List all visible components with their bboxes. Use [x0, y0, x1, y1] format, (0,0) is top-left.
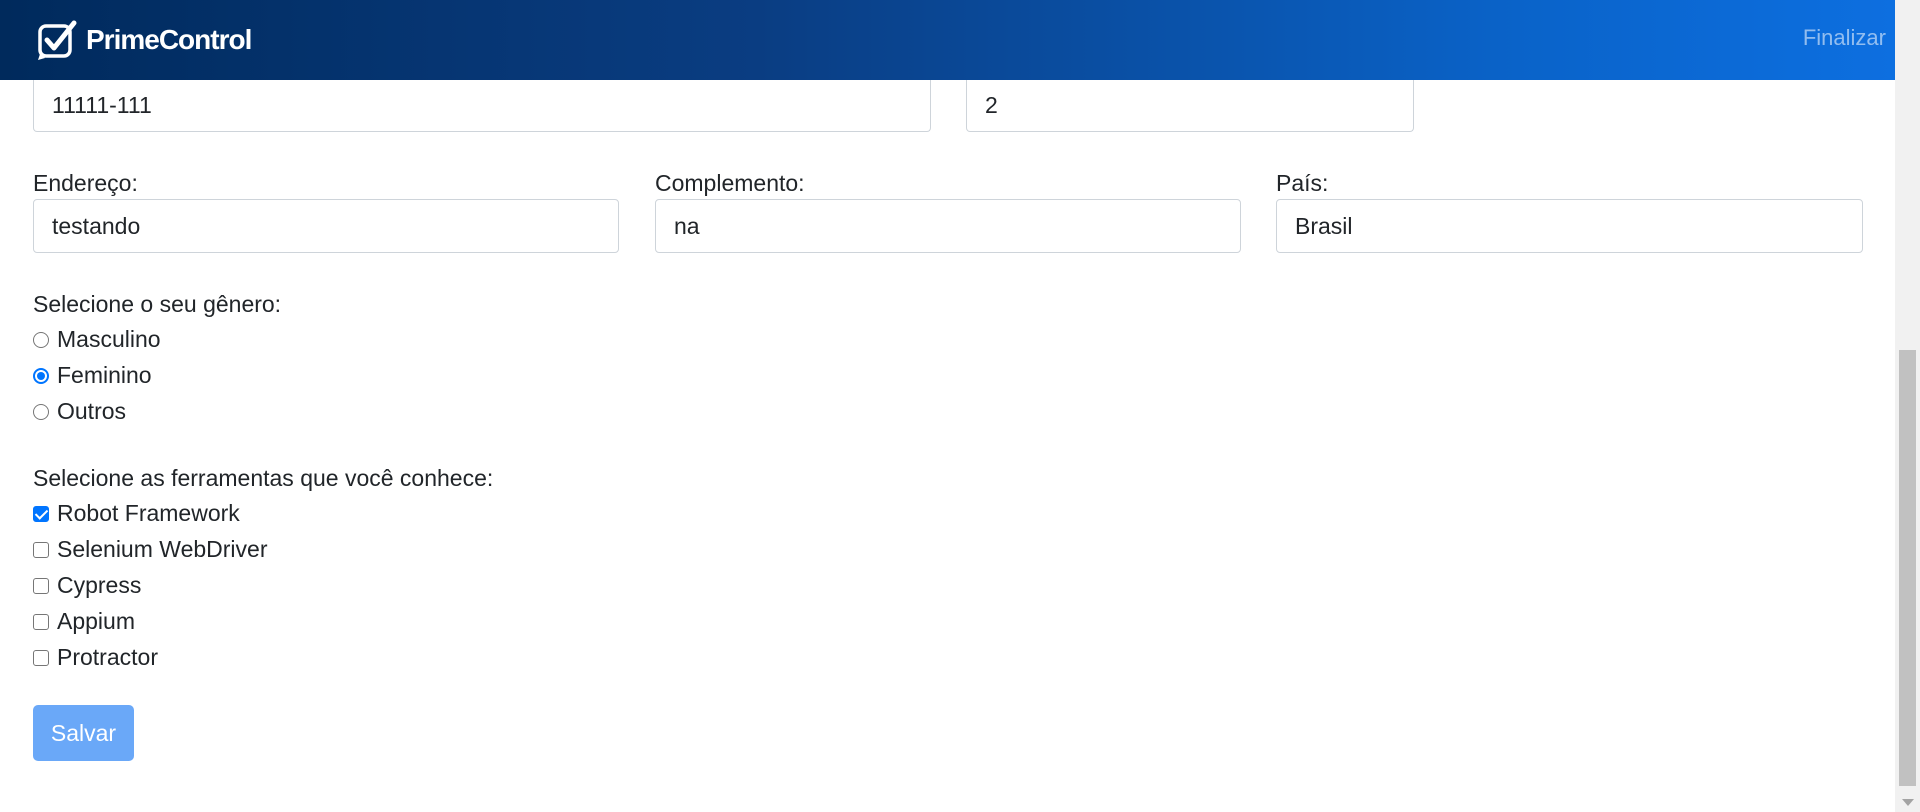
registration-form: Endereço: Complemento: País: Selecione o…: [0, 0, 1895, 812]
tool-option-label: Cypress: [57, 572, 142, 598]
checkbox[interactable]: [33, 541, 49, 558]
gender-option-label: Feminino: [57, 362, 152, 388]
complement-input[interactable]: [674, 212, 1222, 240]
address-input[interactable]: [52, 212, 600, 240]
checkbox-checked[interactable]: [33, 505, 49, 522]
top-navbar: PrimeControl Finalizar: [0, 0, 1895, 80]
save-button[interactable]: Salvar: [33, 705, 134, 761]
complement-field[interactable]: [655, 199, 1241, 253]
gender-option-feminino[interactable]: Feminino: [33, 362, 152, 389]
cep-input[interactable]: [52, 92, 912, 119]
country-label: País:: [1276, 170, 1329, 196]
address-label: Endereço:: [33, 170, 138, 196]
scroll-down-arrow-icon[interactable]: [1902, 799, 1914, 806]
gender-option-label: Outros: [57, 398, 127, 424]
tool-option-protractor[interactable]: Protractor: [33, 644, 158, 671]
gender-label: Selecione o seu gênero:: [33, 291, 282, 317]
checkbox-logo-icon: [36, 18, 80, 62]
address-field[interactable]: [33, 199, 619, 253]
complement-label: Complemento:: [655, 170, 805, 196]
cep-field[interactable]: [33, 80, 931, 132]
country-input[interactable]: [1295, 212, 1844, 240]
radio-button[interactable]: [33, 403, 49, 420]
tool-option-label: Selenium WebDriver: [57, 536, 268, 562]
tool-option-cypress[interactable]: Cypress: [33, 572, 141, 599]
tool-option-robot-framework[interactable]: Robot Framework: [33, 500, 240, 527]
gender-option-label: Masculino: [57, 326, 161, 352]
tool-option-appium[interactable]: Appium: [33, 608, 135, 635]
gender-option-masculino[interactable]: Masculino: [33, 326, 161, 353]
brand-name: PrimeControl: [86, 24, 252, 55]
tools-label: Selecione as ferramentas que você conhec…: [33, 465, 494, 491]
number-input[interactable]: [985, 92, 1395, 119]
gender-option-outros[interactable]: Outros: [33, 398, 126, 425]
country-field[interactable]: [1276, 199, 1863, 253]
checkbox[interactable]: [33, 649, 49, 666]
tool-option-label: Appium: [57, 608, 135, 634]
scrollbar-thumb[interactable]: [1899, 350, 1916, 786]
tool-option-selenium[interactable]: Selenium WebDriver: [33, 536, 267, 563]
tool-option-label: Protractor: [57, 644, 158, 670]
vertical-scrollbar[interactable]: [1895, 0, 1920, 812]
finalize-link[interactable]: Finalizar: [1803, 25, 1886, 51]
brand-logo[interactable]: PrimeControl: [36, 18, 252, 62]
number-field[interactable]: [966, 80, 1414, 132]
radio-button[interactable]: [33, 331, 49, 348]
checkbox[interactable]: [33, 613, 49, 630]
checkbox[interactable]: [33, 577, 49, 594]
tool-option-label: Robot Framework: [57, 500, 240, 526]
radio-button-selected[interactable]: [33, 367, 49, 384]
